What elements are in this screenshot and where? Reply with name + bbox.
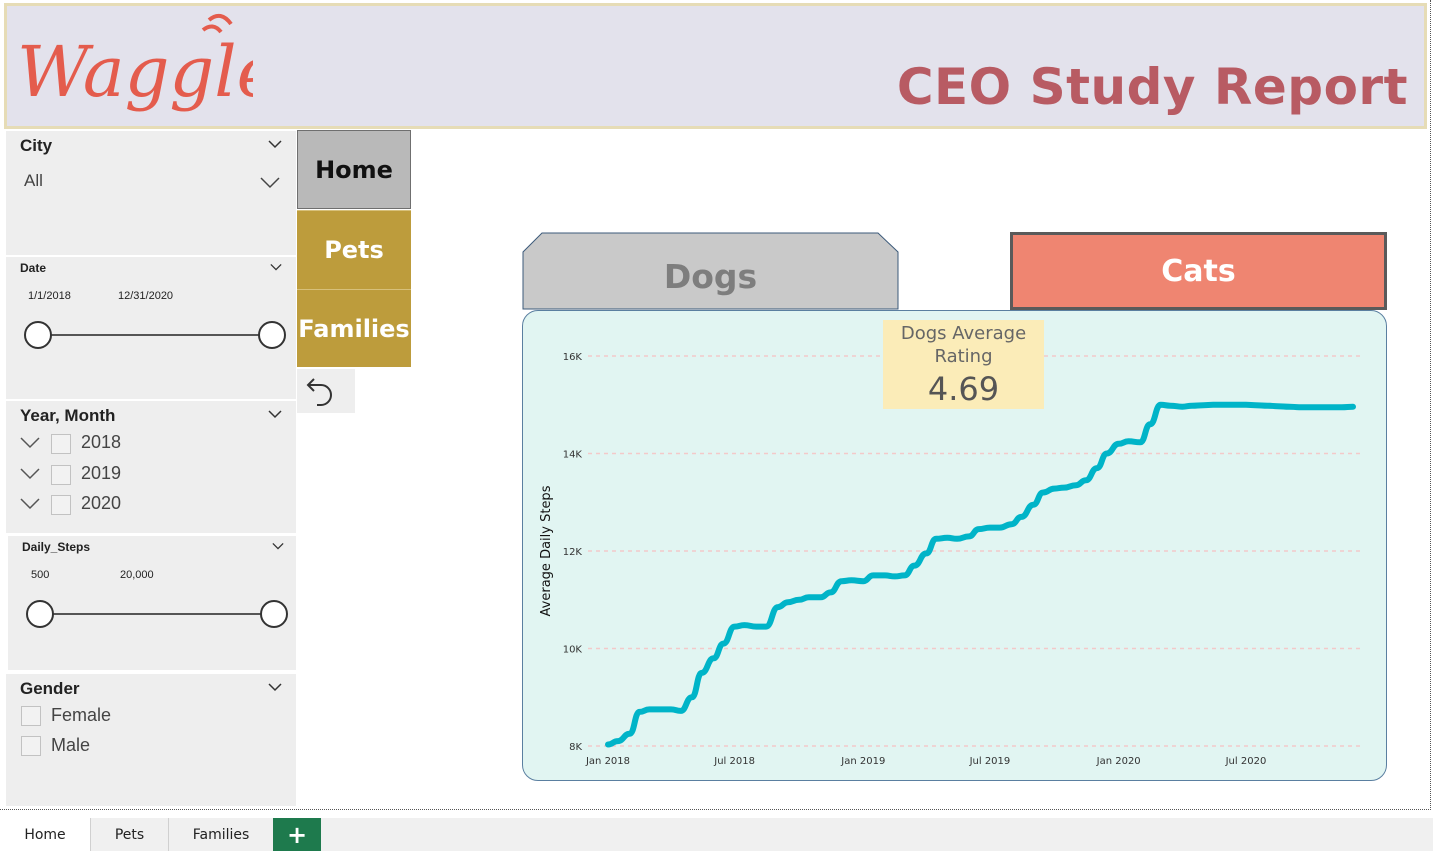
gender-label: Female [51, 705, 112, 725]
daily-steps-slicer: Daily_Steps 500 20,000 [8, 536, 296, 670]
daily-steps-slicer-title: Daily_Steps [22, 540, 91, 554]
cats-tab-label: Cats [1161, 253, 1236, 289]
kpi-card: Dogs Average Rating 4.69 [883, 320, 1044, 409]
checkbox[interactable] [21, 736, 41, 756]
page-tab-families[interactable]: Families [169, 818, 273, 851]
chevron-down-icon[interactable] [268, 139, 282, 149]
chevron-down-icon[interactable] [268, 682, 282, 692]
x-tick-label: Jul 2019 [969, 756, 1011, 767]
year-label: 2018 [81, 432, 122, 452]
logo-text: Waggle [17, 31, 253, 113]
kpi-label: Dogs Average Rating [900, 323, 1027, 367]
page-tab-home[interactable]: Home [0, 818, 91, 851]
list-item[interactable]: 2019 [6, 462, 291, 488]
cats-tab[interactable]: Cats [1010, 232, 1387, 310]
x-tick-label: Jan 2019 [840, 756, 885, 767]
date-slider-track[interactable] [38, 334, 272, 336]
steps-slider-max-handle[interactable] [260, 600, 288, 628]
city-dropdown-value: All [24, 171, 43, 190]
gender-slicer: Gender Female Male [6, 674, 296, 806]
y-tick-label: 16K [563, 352, 583, 363]
date-slider-start-handle[interactable] [24, 321, 52, 349]
dogs-tab[interactable]: Dogs [522, 232, 899, 310]
undo-arrow-icon [306, 378, 332, 406]
kpi-value: 4.69 [927, 370, 1000, 408]
list-item[interactable]: Male [6, 734, 291, 760]
chevron-down-icon[interactable] [20, 498, 40, 510]
chart-grid [588, 355, 1363, 747]
y-axis: 8K 10K 12K 14K 16K [563, 352, 583, 753]
chevron-down-icon[interactable] [272, 541, 284, 551]
y-tick-label: 8K [569, 742, 582, 753]
year-label: 2020 [81, 493, 122, 513]
gender-slicer-title: Gender [20, 679, 80, 698]
page-tab-pets[interactable]: Pets [91, 818, 169, 851]
date-start-value: 1/1/2018 [28, 290, 71, 302]
year-month-slicer: Year, Month 2018 2019 2020 [6, 401, 296, 533]
date-slicer: Date 1/1/2018 12/31/2020 [6, 257, 296, 399]
list-item[interactable]: 2020 [6, 492, 291, 518]
checkbox[interactable] [51, 465, 71, 485]
checkbox[interactable] [21, 706, 41, 726]
steps-slider-min-handle[interactable] [26, 600, 54, 628]
dogs-tab-label: Dogs [663, 257, 758, 296]
list-item[interactable]: 2018 [6, 431, 291, 457]
city-slicer-title: City [20, 136, 53, 155]
x-tick-label: Jan 2018 [585, 756, 630, 767]
chevron-down-icon[interactable] [20, 468, 40, 480]
x-tick-label: Jan 2020 [1096, 756, 1141, 767]
nav-families-button[interactable]: Families [297, 289, 411, 367]
waggle-logo: Waggle [13, 8, 278, 128]
checkbox[interactable] [51, 434, 71, 454]
steps-min-value: 500 [31, 569, 50, 581]
page-title: CEO Study Report [896, 58, 1408, 116]
chevron-down-icon[interactable] [20, 437, 40, 449]
page-tab-bar: Home Pets Families [0, 818, 1433, 851]
plus-icon: + [286, 820, 308, 849]
series-line [605, 401, 1356, 748]
y-axis-label: Average Daily Steps [539, 485, 554, 616]
city-slicer: City All [6, 131, 296, 255]
chevron-down-icon[interactable] [268, 409, 282, 419]
year-month-slicer-title: Year, Month [20, 406, 116, 425]
y-tick-label: 12K [563, 547, 583, 558]
date-slider-end-handle[interactable] [258, 321, 286, 349]
add-page-button[interactable]: + [273, 818, 321, 851]
chevron-down-icon[interactable] [270, 262, 282, 272]
nav-pets-button[interactable]: Pets [297, 210, 411, 289]
report-header: Waggle CEO Study Report [4, 3, 1427, 129]
back-button[interactable] [297, 369, 355, 413]
steps-slider-track[interactable] [40, 613, 274, 615]
gender-label: Male [51, 735, 91, 755]
steps-max-value: 20,000 [120, 569, 154, 581]
date-end-value: 12/31/2020 [118, 290, 174, 302]
x-axis: Jan 2018 Jul 2018 Jan 2019 Jul 2019 Jan 2020… [585, 756, 1266, 767]
list-item[interactable]: Female [6, 704, 291, 730]
date-slicer-title: Date [20, 261, 47, 275]
x-tick-label: Jul 2020 [1225, 756, 1267, 767]
chevron-down-icon [260, 177, 280, 189]
nav-home-button[interactable]: Home [297, 130, 411, 209]
x-tick-label: Jul 2018 [713, 756, 755, 767]
y-tick-label: 14K [563, 450, 583, 461]
checkbox[interactable] [51, 495, 71, 515]
city-dropdown[interactable]: All [6, 167, 291, 195]
y-tick-label: 10K [563, 645, 583, 656]
year-label: 2019 [81, 463, 122, 483]
